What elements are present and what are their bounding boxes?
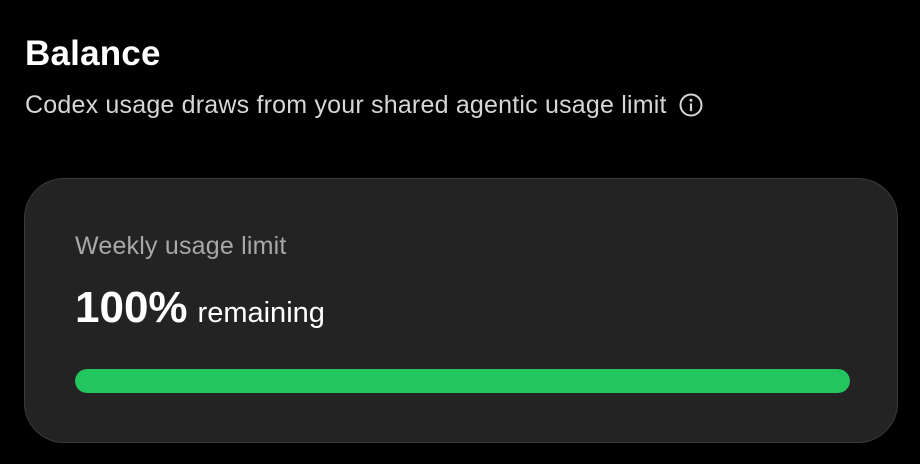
subtitle-row: Codex usage draws from your shared agent… — [25, 90, 895, 120]
remaining-percent: 100% — [75, 283, 188, 332]
usage-progress-fill — [75, 369, 850, 393]
page-title: Balance — [25, 34, 161, 73]
weekly-usage-card: Weekly usage limit 100% remaining — [24, 178, 898, 443]
balance-page: Balance Codex usage draws from your shar… — [0, 0, 920, 464]
remaining-suffix: remaining — [197, 297, 325, 329]
page-subtitle: Codex usage draws from your shared agent… — [25, 91, 667, 119]
remaining-amount-row: 100% remaining — [75, 283, 847, 333]
info-icon[interactable] — [678, 92, 704, 118]
usage-progress-bar — [75, 369, 850, 393]
weekly-usage-label: Weekly usage limit — [75, 232, 287, 260]
